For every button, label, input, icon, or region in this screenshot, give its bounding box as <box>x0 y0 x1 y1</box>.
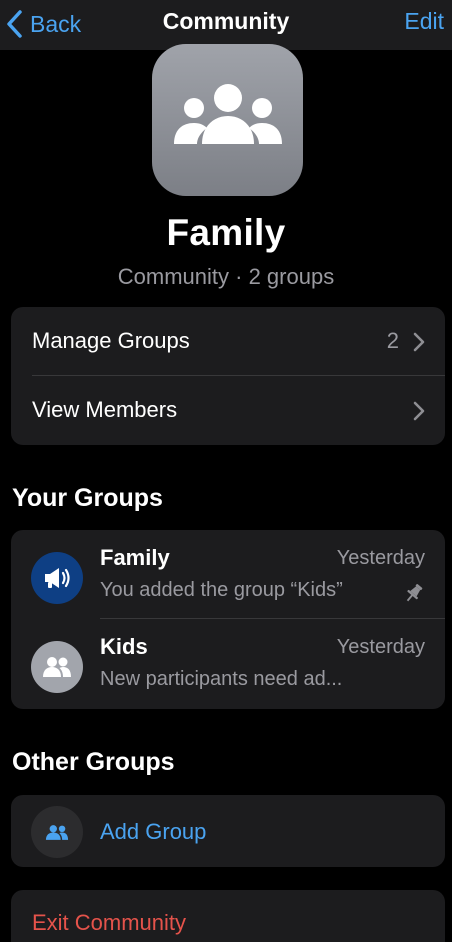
edit-button[interactable]: Edit <box>404 8 444 35</box>
group-last-message: New participants need ad... <box>100 668 343 690</box>
back-button[interactable]: Back <box>4 6 81 42</box>
exit-community-label: Exit Community <box>32 910 187 935</box>
your-groups-heading: Your Groups <box>12 484 163 512</box>
group-time: Yesterday <box>336 636 425 658</box>
add-group-people-icon <box>45 824 69 840</box>
community-name: Family <box>166 212 286 253</box>
group-people-icon <box>43 657 71 677</box>
group-time: Yesterday <box>336 547 425 569</box>
add-group-label: Add Group <box>100 819 207 844</box>
navigation-bar: Back Community Edit <box>0 0 452 50</box>
group-row-family[interactable]: Family Yesterday You added the group “Ki… <box>11 530 445 619</box>
community-people-icon <box>173 84 282 144</box>
view-members-row[interactable]: View Members <box>11 376 445 445</box>
manage-groups-row[interactable]: Manage Groups 2 <box>11 307 445 376</box>
pin-icon <box>406 583 423 602</box>
add-group-icon-circle <box>31 806 83 858</box>
chevron-right-icon <box>413 332 425 352</box>
community-settings-card: Manage Groups 2 View Members <box>11 307 445 445</box>
community-subtitle: Community · 2 groups <box>117 264 335 289</box>
manage-groups-count: 2 <box>386 328 399 353</box>
exit-community-button[interactable]: Exit Community <box>11 890 445 942</box>
back-label: Back <box>30 10 82 37</box>
community-avatar[interactable] <box>152 44 303 196</box>
community-screen: Back Community Edit Family Community · 2… <box>0 0 452 942</box>
other-groups-heading: Other Groups <box>12 748 175 776</box>
megaphone-icon <box>45 568 70 588</box>
manage-groups-label: Manage Groups <box>32 328 190 353</box>
group-avatar <box>31 552 83 604</box>
group-name: Kids <box>100 634 148 659</box>
group-name: Family <box>100 545 170 570</box>
exit-community-card: Exit Community <box>11 890 445 942</box>
view-members-label: View Members <box>32 397 178 422</box>
group-row-kids[interactable]: Kids Yesterday New participants need ad.… <box>11 619 445 708</box>
your-groups-card: Family Yesterday You added the group “Ki… <box>11 530 445 709</box>
add-group-row[interactable]: Add Group <box>11 795 445 867</box>
chevron-right-icon <box>413 401 425 421</box>
group-avatar <box>31 641 83 693</box>
group-last-message: You added the group “Kids” <box>100 579 343 601</box>
chevron-left-icon <box>7 10 22 38</box>
other-groups-card: Add Group <box>11 795 445 867</box>
